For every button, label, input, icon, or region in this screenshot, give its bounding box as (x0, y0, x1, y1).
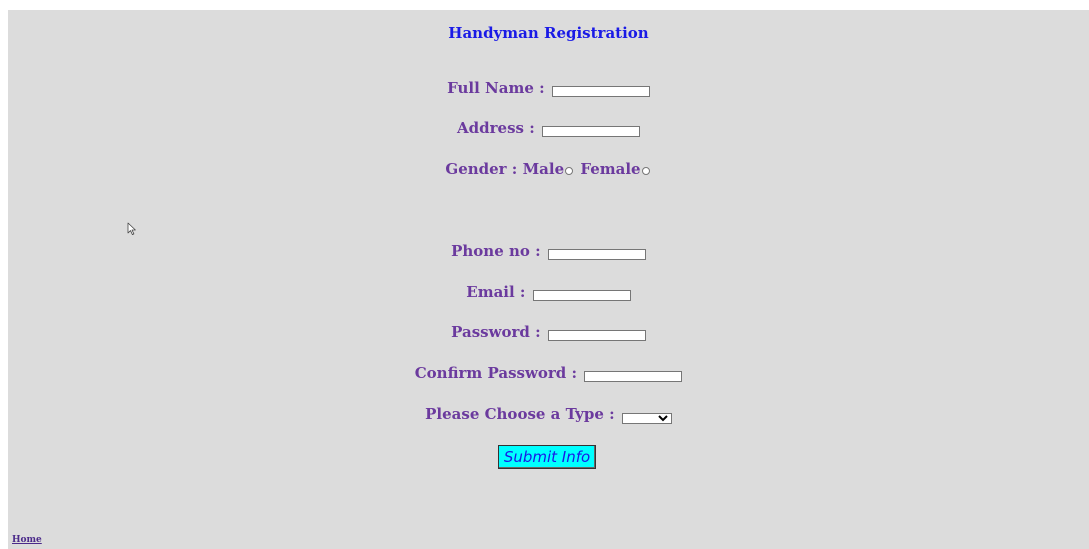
submit-info-button[interactable]: Submit Info (498, 445, 596, 469)
password-label: Password : (451, 323, 541, 341)
type-row: Please Choose a Type : (8, 405, 1089, 424)
address-label: Address : (457, 119, 535, 137)
mouse-pointer-icon (127, 222, 136, 235)
full-name-input[interactable] (551, 86, 650, 97)
confirm-password-label: Confirm Password : (414, 364, 578, 382)
email-label: Email : (466, 283, 526, 301)
full-name-label: Full Name : (447, 79, 545, 97)
email-row: Email : (8, 283, 1089, 301)
gender-male-label: Male (522, 160, 565, 178)
type-label: Please Choose a Type : (425, 405, 615, 423)
gender-label: Gender : (445, 160, 518, 178)
gender-female-radio[interactable] (641, 167, 650, 175)
gender-female-label: Female (580, 160, 641, 178)
password-row: Password : (8, 323, 1089, 341)
form-panel: Handyman Registration Full Name : Addres… (8, 10, 1089, 549)
address-row: Address : (8, 119, 1089, 137)
phone-label: Phone no : (451, 242, 541, 260)
page-title: Handyman Registration (448, 24, 649, 42)
phone-row: Phone no : (8, 242, 1089, 260)
gender-row: Gender : Male Female (8, 160, 1089, 178)
address-input[interactable] (541, 126, 640, 137)
email-input[interactable] (532, 290, 631, 301)
phone-input[interactable] (547, 249, 646, 260)
gender-male-radio[interactable] (565, 167, 574, 175)
password-input[interactable] (547, 330, 646, 341)
confirm-password-input[interactable] (584, 371, 683, 382)
home-link[interactable]: Home (12, 535, 42, 545)
type-select[interactable] (621, 413, 672, 424)
confirm-password-row: Confirm Password : (8, 364, 1089, 382)
full-name-row: Full Name : (8, 79, 1089, 97)
